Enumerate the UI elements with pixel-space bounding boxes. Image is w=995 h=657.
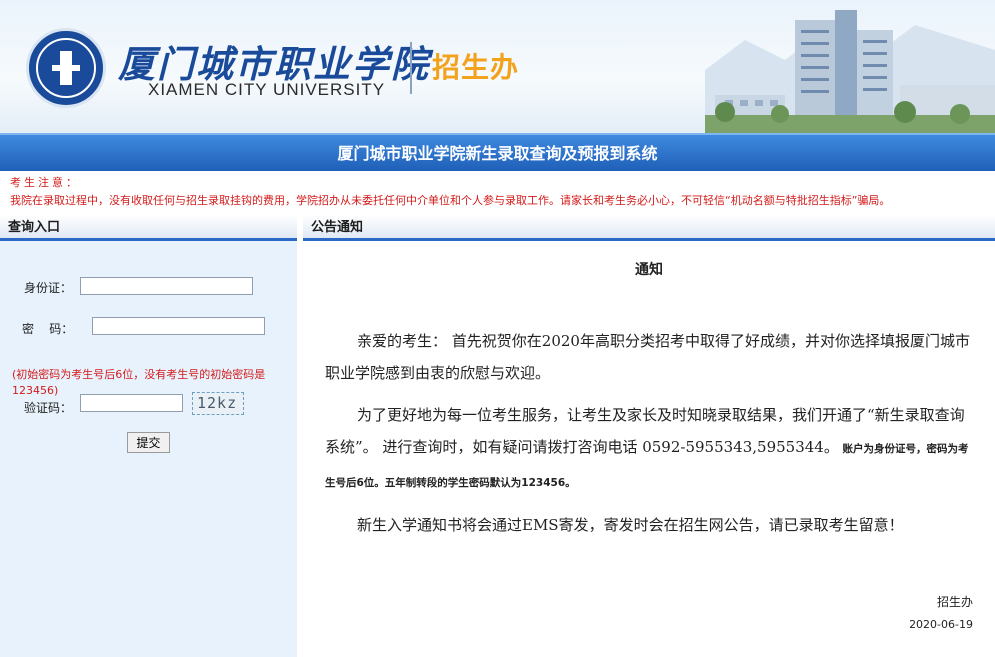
captcha-image[interactable]: 12kz — [192, 392, 244, 415]
campus-building-image — [705, 10, 995, 133]
announcement-panel: 公告通知 通知 亲爱的考生： 首先祝贺你在2020年高职分类招考中取得了好成绩，… — [303, 215, 995, 657]
system-title-bar: 厦门城市职业学院新生录取查询及预报到系统 — [0, 133, 995, 171]
school-logo-icon — [26, 28, 106, 108]
id-card-label: 身份证： — [24, 281, 73, 295]
header-banner: 厦门城市职业学院 XIAMEN CITY UNIVERSITY 招生办 — [0, 0, 995, 133]
header-divider — [410, 42, 412, 94]
candidate-notice: 考生注意： 我院在录取过程中，没有收取任何与招生录取挂钩的费用，学院招办从未委托… — [0, 171, 995, 211]
announcement-date: 2020-06-19 — [909, 618, 973, 631]
announcement-article: 通知 亲爱的考生： 首先祝贺你在2020年高职分类招考中取得了好成绩，并对你选择… — [303, 259, 995, 541]
announcement-heading: 公告通知 — [303, 215, 995, 241]
notice-title: 考生注意： — [10, 176, 80, 189]
notice-text: 我院在录取过程中，没有收取任何与招生录取挂钩的费用，学院招办从未委托任何中介单位… — [10, 194, 891, 207]
announcement-signature: 招生办 — [936, 595, 973, 609]
announcement-title: 通知 — [635, 262, 663, 278]
school-name-en: XIAMEN CITY UNIVERSITY — [148, 80, 386, 99]
announcement-paragraph-1: 亲爱的考生： 首先祝贺你在2020年高职分类招考中取得了好成绩，并对你选择填报厦… — [325, 332, 970, 382]
captcha-input[interactable] — [80, 394, 183, 412]
password-input[interactable] — [92, 317, 265, 335]
query-entry-panel: 查询入口 身份证： 密 码： (初始密码为考生号后6位，没有考生号的初始密码是1… — [0, 215, 297, 657]
admissions-office-label: 招生办 — [432, 51, 520, 84]
captcha-label: 验证码： — [24, 401, 73, 415]
announcement-paragraph-3: 新生入学通知书将会通过EMS寄发，寄发时会在招生网公告，请已录取考生留意！ — [357, 516, 904, 534]
content-columns: 查询入口 身份证： 密 码： (初始密码为考生号后6位，没有考生号的初始密码是1… — [0, 215, 995, 657]
password-label: 密 码： — [22, 322, 74, 336]
submit-button[interactable]: 提交 — [127, 432, 170, 453]
query-entry-heading: 查询入口 — [0, 215, 297, 241]
id-card-input[interactable] — [80, 277, 253, 295]
announcement-paragraph-2: 为了更好地为每一位考生服务，让考生及家长及时知晓录取结果，我们开通了“新生录取查… — [325, 399, 973, 499]
